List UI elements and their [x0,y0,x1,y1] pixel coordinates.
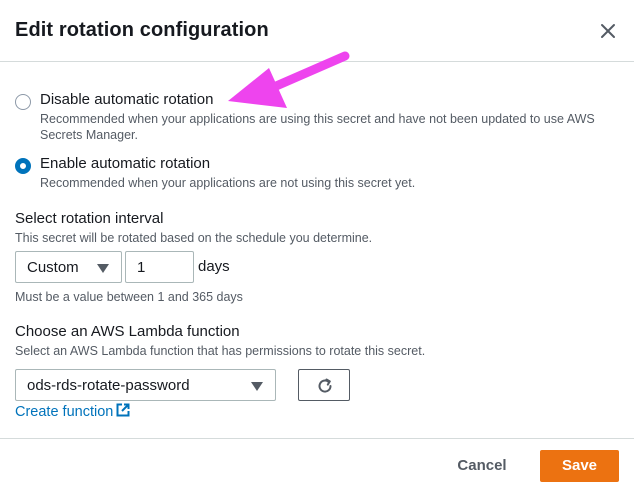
interval-units-label: days [198,258,230,275]
lambda-label: Choose an AWS Lambda function [15,323,240,340]
caret-down-icon [251,382,263,391]
refresh-button[interactable] [298,369,350,401]
create-function-link[interactable]: Create function [15,402,131,420]
annotation-arrow-icon [228,51,350,108]
modal-footer [0,438,634,490]
edit-rotation-modal: Edit rotation configuration Disable auto… [0,0,634,490]
create-function-text[interactable]: Create function [15,404,113,420]
interval-description: This secret will be rotated based on the… [15,231,373,245]
lambda-function-value: ods-rds-rotate-password [27,377,190,394]
refresh-icon [318,378,332,393]
close-icon [601,24,615,38]
lambda-description: Select an AWS Lambda function that has p… [15,344,426,358]
save-button[interactable]: Save [540,450,619,482]
external-link-icon [116,403,130,417]
modal-title: Edit rotation configuration [15,19,269,41]
close-button[interactable] [594,17,622,45]
interval-unit-value: Custom [27,259,79,276]
interval-constraint-text: Must be a value between 1 and 365 days [15,290,243,304]
cancel-button[interactable]: Cancel [448,451,516,481]
disable-rotation-radio[interactable] [15,94,31,110]
interval-unit-select[interactable]: Custom [15,251,122,283]
enable-rotation-label[interactable]: Enable automatic rotation [40,155,210,172]
disable-rotation-label[interactable]: Disable automatic rotation [40,91,213,108]
interval-value-input[interactable] [125,251,194,283]
enable-rotation-description: Recommended when your applications are n… [40,176,416,190]
lambda-function-select[interactable]: ods-rds-rotate-password [15,369,276,401]
interval-label: Select rotation interval [15,210,164,227]
enable-rotation-radio[interactable] [15,158,31,174]
caret-down-icon [97,264,109,273]
